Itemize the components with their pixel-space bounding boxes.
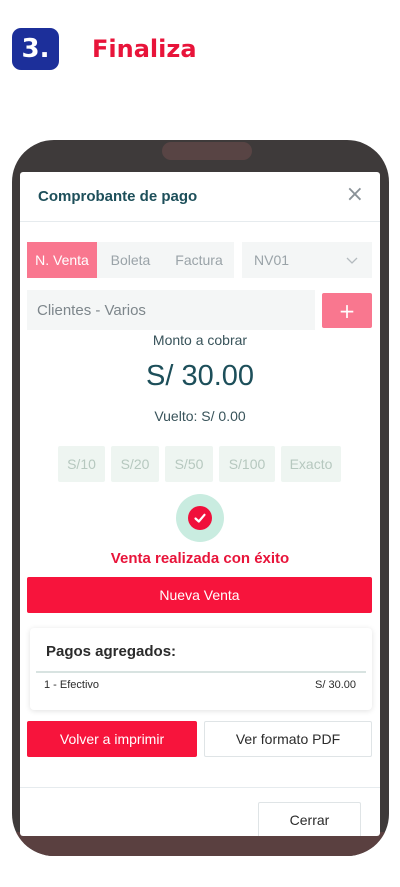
quick-amount-10-button[interactable]: S/10 (58, 446, 105, 482)
check-mark-icon (188, 506, 212, 530)
add-client-button[interactable]: + (322, 293, 372, 328)
close-button[interactable]: Cerrar (258, 802, 361, 836)
phone-background-blur (162, 142, 252, 160)
step-number-badge: 3. (12, 28, 59, 70)
step-header: 3. Finaliza (12, 28, 197, 70)
tab-factura[interactable]: Factura (164, 242, 234, 278)
amount-value: S/ 30.00 (145, 360, 255, 392)
quick-amount-50-button[interactable]: S/50 (165, 446, 213, 482)
tab-boleta[interactable]: Boleta (97, 242, 164, 278)
client-input[interactable]: Clientes - Varios (27, 290, 315, 330)
change-amount: Vuelto: S/ 0.00 (154, 408, 246, 424)
payment-receipt-modal: Comprobante de pago × N. Venta Boleta Fa… (20, 172, 380, 836)
quick-amount-20-button[interactable]: S/20 (111, 446, 159, 482)
success-check-icon (176, 494, 224, 542)
list-item: 1 - Efectivo S/ 30.00 (44, 679, 356, 691)
reprint-button[interactable]: Volver a imprimir (27, 721, 197, 757)
quick-amount-100-button[interactable]: S/100 (219, 446, 275, 482)
payments-divider (36, 671, 366, 673)
payment-method: 1 - Efectivo (44, 679, 100, 691)
tab-nota-venta[interactable]: N. Venta (27, 242, 97, 278)
payment-amount: S/ 30.00 (315, 679, 356, 691)
success-message: Venta realizada con éxito (110, 550, 290, 567)
serie-value: NV01 (254, 252, 290, 268)
payments-card: Pagos agregados: 1 - Efectivo S/ 30.00 (30, 628, 372, 710)
chevron-down-icon (346, 257, 358, 264)
modal-header: Comprobante de pago × (20, 172, 380, 222)
view-pdf-button[interactable]: Ver formato PDF (204, 721, 372, 757)
amount-label: Monto a cobrar (152, 332, 248, 348)
close-icon[interactable]: × (346, 184, 364, 206)
footer-divider (20, 787, 380, 788)
phone-frame: Comprobante de pago × N. Venta Boleta Fa… (12, 140, 389, 856)
step-title: Finaliza (92, 35, 197, 63)
serie-select[interactable]: NV01 (242, 242, 372, 278)
modal-title: Comprobante de pago (38, 188, 198, 205)
new-sale-button[interactable]: Nueva Venta (27, 577, 372, 613)
quick-amount-buttons: S/10 S/20 S/50 S/100 Exacto (58, 446, 341, 482)
payments-title: Pagos agregados: (46, 643, 177, 660)
quick-amount-exact-button[interactable]: Exacto (281, 446, 341, 482)
document-type-tabs: N. Venta Boleta Factura (27, 242, 234, 278)
